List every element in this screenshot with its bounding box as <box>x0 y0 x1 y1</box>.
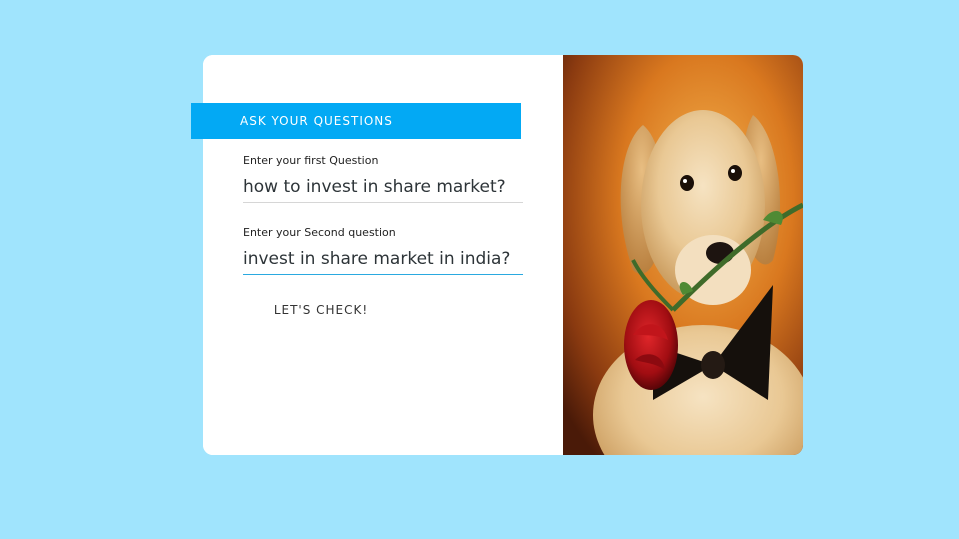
second-question-input[interactable] <box>243 244 523 275</box>
first-question-input[interactable] <box>243 172 523 203</box>
puppy-with-rose-photo <box>563 55 803 455</box>
lets-check-button[interactable]: LET'S CHECK! <box>262 296 380 324</box>
ask-your-questions-banner: ASK YOUR QUESTIONS <box>191 103 521 139</box>
second-question-label: Enter your Second question <box>243 226 396 239</box>
first-question-label: Enter your first Question <box>243 154 379 167</box>
